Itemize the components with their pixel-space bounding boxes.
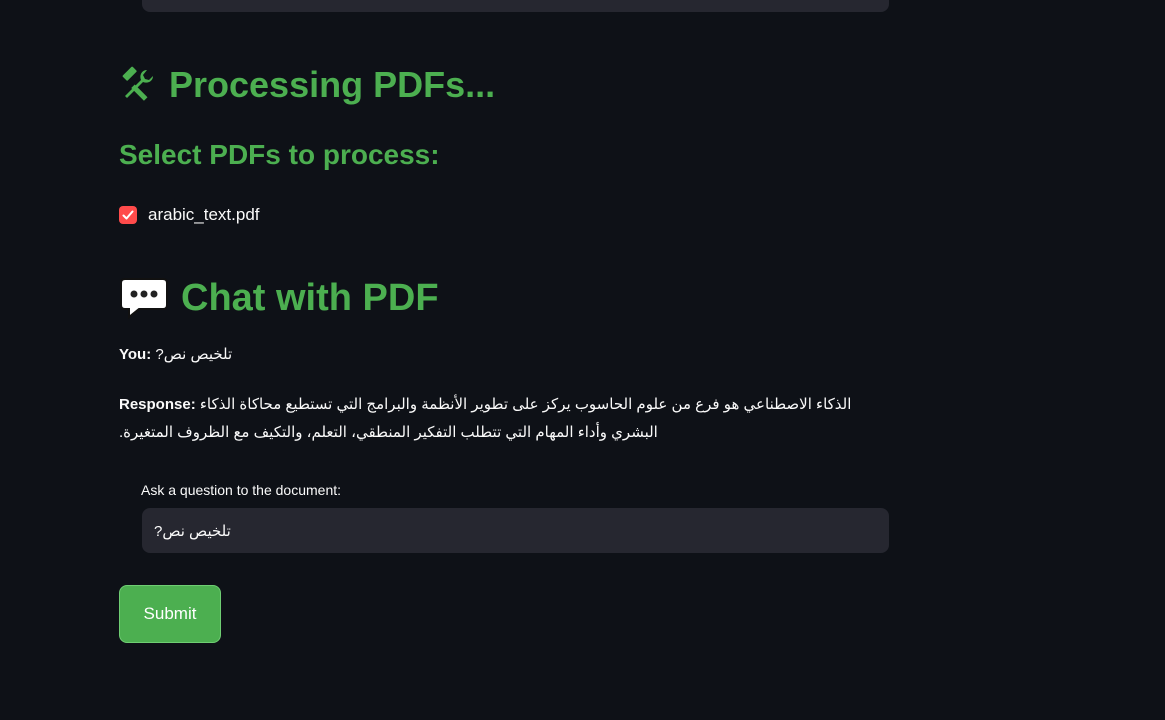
user-message-text: تلخيص نص? <box>155 346 233 363</box>
response-label: Response: <box>119 396 196 413</box>
response-message: Response: الذكاء الاصطناعي هو فرع من علو… <box>119 391 889 447</box>
processing-title-text: Processing PDFs... <box>169 64 496 105</box>
processing-title: Processing PDFs... <box>119 64 495 106</box>
tools-icon <box>119 66 157 104</box>
previous-input-field[interactable] <box>142 0 889 12</box>
pdf-checkbox-row[interactable]: arabic_text.pdf <box>119 205 260 225</box>
user-message: You: تلخيص نص? <box>119 345 232 363</box>
response-message-text: الذكاء الاصطناعي هو فرع من علوم الحاسوب … <box>119 396 852 441</box>
question-input[interactable] <box>142 508 889 553</box>
chat-title: Chat with PDF <box>119 276 439 320</box>
you-label: You: <box>119 346 152 363</box>
select-pdfs-subtitle: Select PDFs to process: <box>119 139 440 170</box>
speech-bubble-icon <box>119 276 169 320</box>
question-input-label: Ask a question to the document: <box>141 482 342 498</box>
checkmark-icon <box>122 210 134 220</box>
pdf-checkbox[interactable] <box>119 206 137 224</box>
pdf-filename: arabic_text.pdf <box>148 205 260 224</box>
submit-button[interactable]: Submit <box>119 585 221 643</box>
chat-title-text: Chat with PDF <box>181 276 439 319</box>
page: Processing PDFs... Select PDFs to proces… <box>0 0 1165 720</box>
